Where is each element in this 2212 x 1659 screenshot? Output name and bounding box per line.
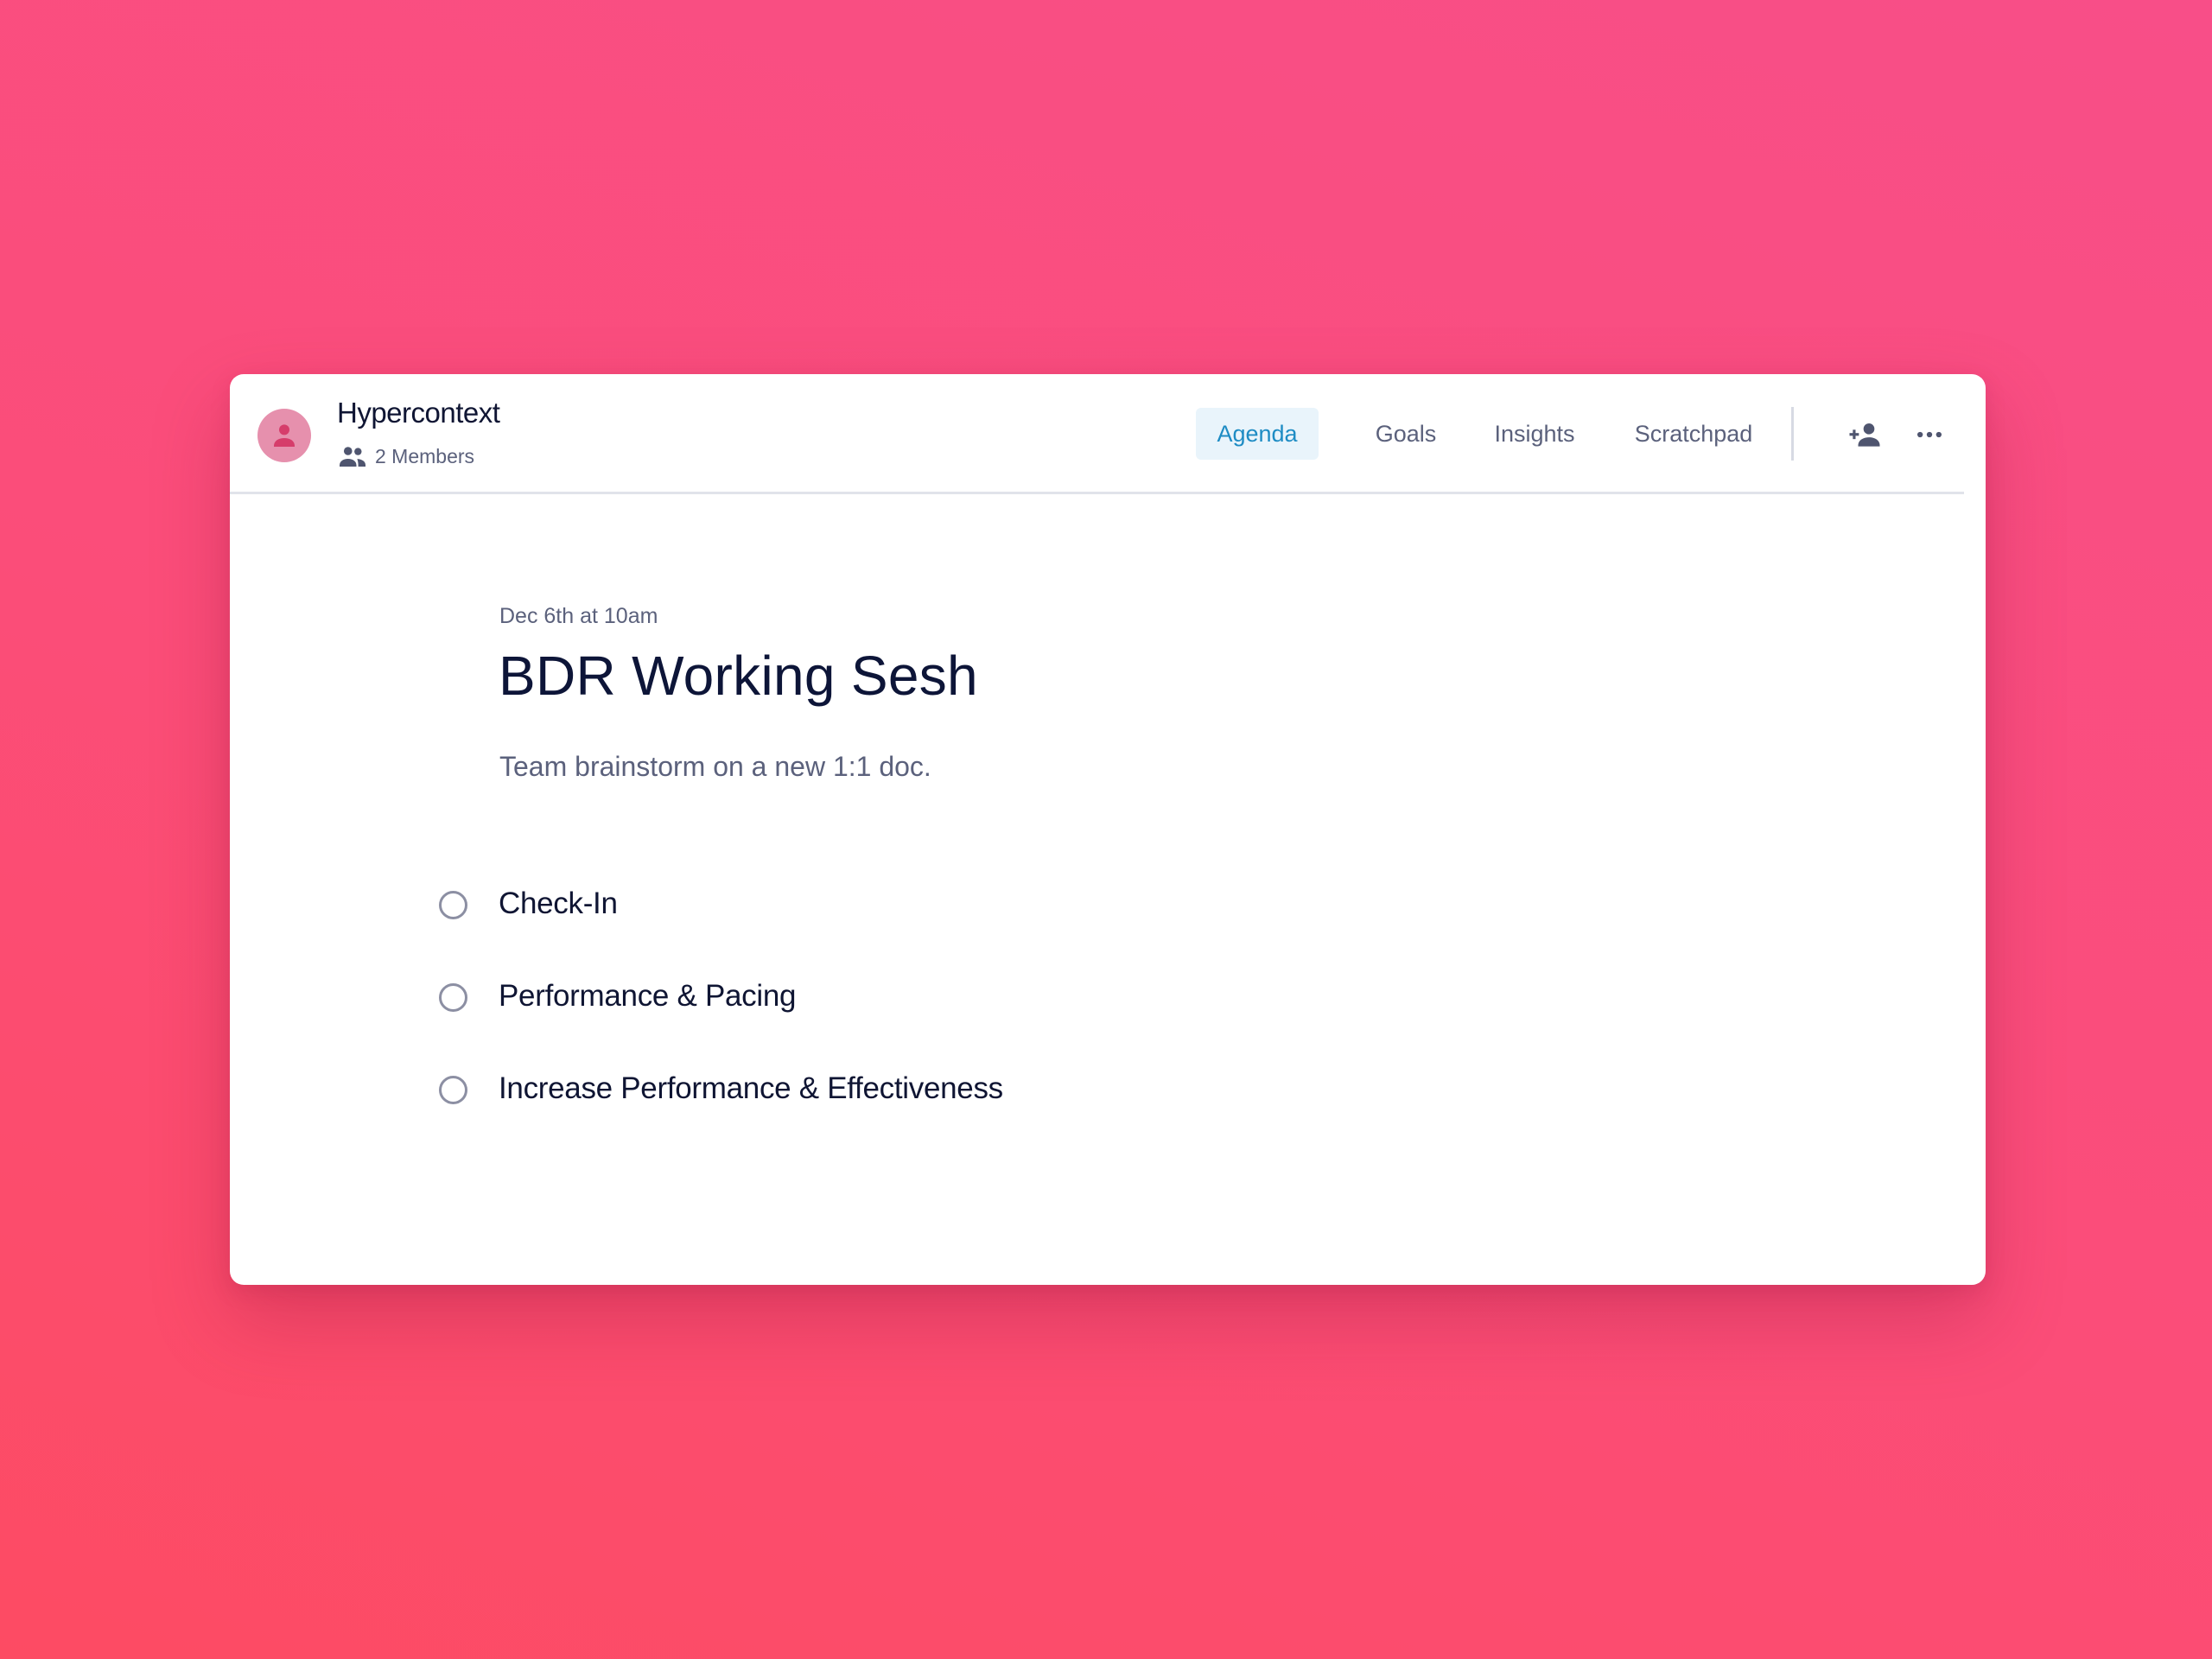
agenda-item[interactable]: Performance & Pacing [439, 968, 1003, 1060]
tab-scratchpad[interactable]: Scratchpad [1616, 408, 1771, 460]
agenda-item-checkbox[interactable] [439, 891, 467, 919]
agenda-list: Check-In Performance & Pacing Increase P… [439, 875, 1003, 1153]
agenda-item-checkbox[interactable] [439, 983, 467, 1012]
add-person-icon [1849, 423, 1880, 447]
meeting-card: Hypercontext 2 Members Agenda Goals Insi… [230, 374, 1986, 1285]
tab-agenda[interactable]: Agenda [1196, 408, 1319, 460]
agenda-item[interactable]: Check-In [439, 875, 1003, 968]
agenda-item-checkbox[interactable] [439, 1076, 467, 1104]
add-member-button[interactable] [1845, 415, 1885, 454]
tab-insights[interactable]: Insights [1483, 408, 1586, 460]
agenda-item[interactable]: Increase Performance & Effectiveness [439, 1060, 1003, 1153]
meeting-date: Dec 6th at 10am [499, 604, 658, 628]
more-horizontal-icon [1917, 431, 1942, 438]
header-divider [1791, 407, 1794, 461]
meeting-description[interactable]: Team brainstorm on a new 1:1 doc. [499, 751, 931, 783]
more-options-button[interactable] [1910, 415, 1949, 454]
agenda-item-label[interactable]: Check-In [499, 887, 618, 921]
meeting-title[interactable]: BDR Working Sesh [499, 644, 978, 708]
team-name[interactable]: Hypercontext [337, 397, 500, 429]
meeting-header: Hypercontext 2 Members Agenda Goals Insi… [230, 374, 1964, 494]
agenda-item-label[interactable]: Performance & Pacing [499, 979, 796, 1014]
members-count[interactable]: 2 Members [337, 443, 474, 469]
person-icon [274, 424, 295, 447]
people-icon [340, 447, 365, 467]
members-label: 2 Members [375, 444, 475, 467]
agenda-item-label[interactable]: Increase Performance & Effectiveness [499, 1071, 1003, 1106]
team-avatar[interactable] [257, 409, 311, 462]
tab-goals[interactable]: Goals [1367, 408, 1445, 460]
